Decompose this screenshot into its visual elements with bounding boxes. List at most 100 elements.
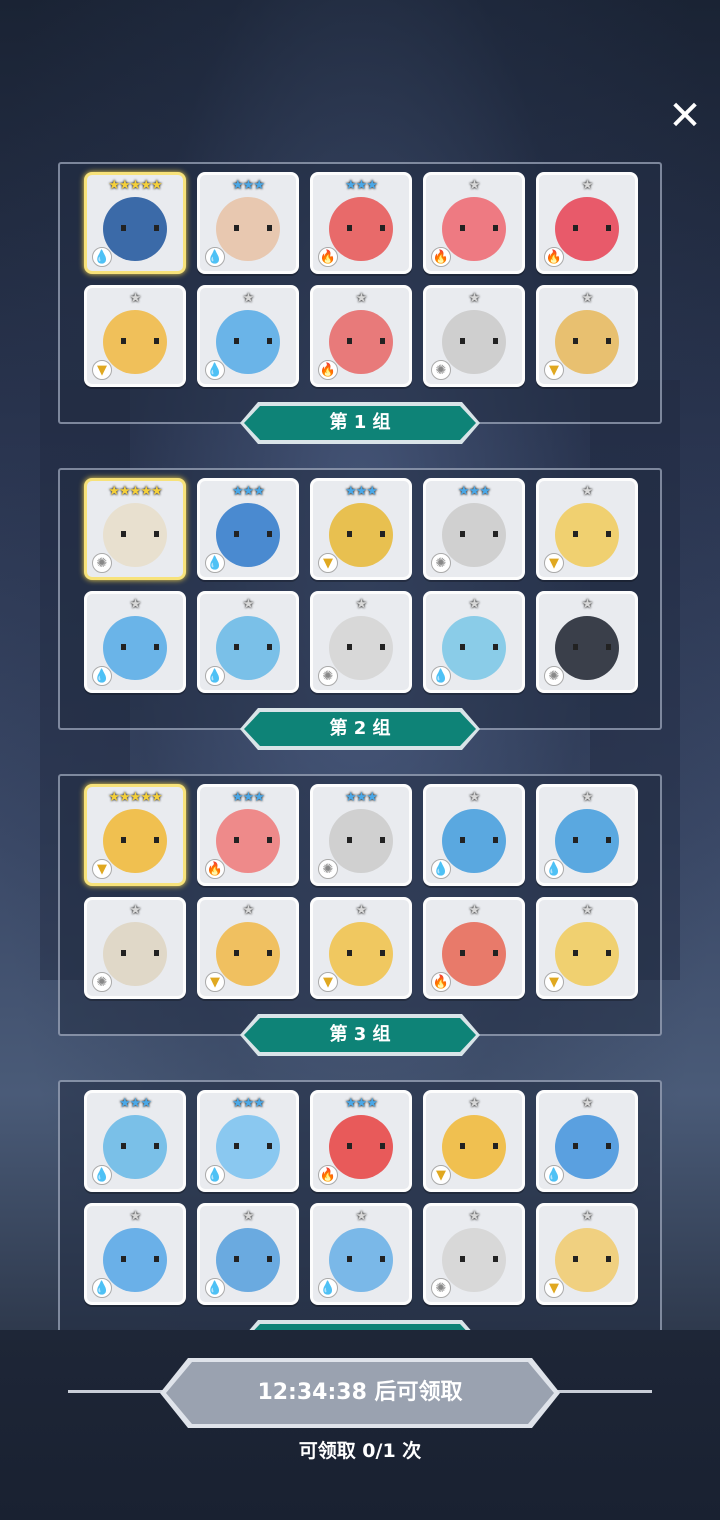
hero-portrait	[216, 1114, 280, 1179]
hero-card[interactable]: ★ 💧	[536, 784, 638, 886]
hero-portrait	[329, 615, 393, 680]
star-rating: ★★★	[345, 484, 378, 499]
wind-element-icon: ▼	[544, 360, 564, 380]
star-rating: ★	[581, 178, 594, 193]
hero-card[interactable]: ★ 💧	[84, 591, 186, 693]
hero-card[interactable]: ★ ✺	[536, 591, 638, 693]
group-panel-1: ★★★★★ 💧 ★★★ 💧 ★★★ 🔥 ★ 🔥 ★ 🔥 ★ ▼ ★ 💧 ★ 🔥 ★ ✺ ★ ▼	[58, 162, 662, 424]
water-element-icon: 💧	[205, 666, 225, 686]
hero-portrait	[329, 1114, 393, 1179]
hero-card[interactable]: ★★★ 💧	[197, 172, 299, 274]
star-rating: ★	[468, 903, 481, 918]
hero-portrait	[103, 808, 167, 873]
hero-card[interactable]: ★ 💧	[423, 591, 525, 693]
water-element-icon: 💧	[544, 859, 564, 879]
star-rating: ★	[129, 1209, 142, 1224]
fire-element-icon: 🔥	[318, 247, 338, 267]
wind-element-icon: ▼	[92, 360, 112, 380]
hero-card[interactable]: ★ ▼	[536, 897, 638, 999]
group-title: 第 3 组	[244, 1018, 476, 1052]
hero-card[interactable]: ★★★★★ 💧	[84, 172, 186, 274]
hero-portrait	[216, 309, 280, 374]
hero-portrait	[555, 921, 619, 986]
hero-portrait	[329, 921, 393, 986]
star-rating: ★★★★★	[108, 790, 162, 805]
star-rating: ★	[242, 291, 255, 306]
group-title: 第 2 组	[244, 712, 476, 746]
group-list[interactable]: ★★★★★ 💧 ★★★ 💧 ★★★ 🔥 ★ 🔥 ★ 🔥 ★ ▼ ★ 💧 ★ 🔥 ★ ✺ ★ ▼ 第 1 组 ★★★★★ ✺ ★…	[0, 150, 720, 1330]
hero-portrait	[329, 196, 393, 261]
hero-card[interactable]: ★★★ 🔥	[310, 172, 412, 274]
fire-element-icon: 🔥	[431, 247, 451, 267]
hero-card[interactable]: ★★★ ✺	[310, 784, 412, 886]
hero-card[interactable]: ★ ▼	[423, 1090, 525, 1192]
hero-card[interactable]: ★ ✺	[310, 591, 412, 693]
group-panel-4: ★★★ 💧 ★★★ 💧 ★★★ 🔥 ★ ▼ ★ 💧 ★ 💧 ★ 💧 ★ 💧 ★ ✺ ★ ▼	[58, 1080, 662, 1330]
fire-element-icon: 🔥	[544, 247, 564, 267]
wind-element-icon: ▼	[318, 553, 338, 573]
hero-card[interactable]: ★ 🔥	[536, 172, 638, 274]
close-button[interactable]: ✕	[664, 96, 706, 138]
hero-card[interactable]: ★ ▼	[536, 478, 638, 580]
light-element-icon: ✺	[431, 553, 451, 573]
light-element-icon: ✺	[318, 859, 338, 879]
hero-card[interactable]: ★ ▼	[536, 1203, 638, 1305]
star-rating: ★	[581, 1209, 594, 1224]
hero-card[interactable]: ★★★ 🔥	[197, 784, 299, 886]
water-element-icon: 💧	[318, 1278, 338, 1298]
hero-portrait	[216, 921, 280, 986]
hero-card[interactable]: ★ 🔥	[310, 285, 412, 387]
hero-card[interactable]: ★ 💧	[197, 285, 299, 387]
wind-element-icon: ▼	[205, 972, 225, 992]
hero-card[interactable]: ★ 💧	[536, 1090, 638, 1192]
hero-card[interactable]: ★ ▼	[84, 285, 186, 387]
hero-card[interactable]: ★★★ ✺	[423, 478, 525, 580]
light-element-icon: ✺	[92, 553, 112, 573]
water-element-icon: 💧	[92, 1165, 112, 1185]
hero-card[interactable]: ★ 💧	[197, 1203, 299, 1305]
hero-card[interactable]: ★★★★★ ▼	[84, 784, 186, 886]
light-element-icon: ✺	[431, 360, 451, 380]
wind-element-icon: ▼	[544, 1278, 564, 1298]
hero-card-grid: ★★★★★ ▼ ★★★ 🔥 ★★★ ✺ ★ 💧 ★ 💧 ★ ✺ ★ ▼ ★ ▼ ★ 🔥 ★ ▼	[84, 784, 640, 999]
hero-portrait	[103, 1227, 167, 1292]
star-rating: ★★★	[458, 484, 491, 499]
hero-card[interactable]: ★★★ 💧	[197, 1090, 299, 1192]
group-title: 第 1 组	[244, 406, 476, 440]
hero-card[interactable]: ★ ▼	[310, 897, 412, 999]
star-rating: ★	[468, 178, 481, 193]
hero-card[interactable]: ★★★ ▼	[310, 478, 412, 580]
wind-element-icon: ▼	[544, 553, 564, 573]
wind-element-icon: ▼	[544, 972, 564, 992]
star-rating: ★	[468, 790, 481, 805]
hero-card[interactable]: ★ ✺	[423, 285, 525, 387]
claim-count-text: 可领取 0/1 次	[298, 1440, 422, 1462]
hero-card[interactable]: ★ ✺	[84, 897, 186, 999]
hero-card[interactable]: ★ 💧	[197, 591, 299, 693]
hero-card[interactable]: ★★★★★ ✺	[84, 478, 186, 580]
star-rating: ★	[242, 1209, 255, 1224]
hero-card[interactable]: ★★★ 🔥	[310, 1090, 412, 1192]
hero-card[interactable]: ★ 🔥	[423, 172, 525, 274]
star-rating: ★★★★★	[108, 178, 162, 193]
fire-element-icon: 🔥	[431, 972, 451, 992]
hero-portrait	[103, 502, 167, 567]
hero-portrait	[216, 1227, 280, 1292]
hero-card[interactable]: ★★★ 💧	[197, 478, 299, 580]
hero-card[interactable]: ★ 🔥	[423, 897, 525, 999]
hero-card[interactable]: ★ ✺	[423, 1203, 525, 1305]
star-rating: ★★★	[119, 1096, 152, 1111]
hero-card[interactable]: ★ ▼	[536, 285, 638, 387]
hero-portrait	[103, 615, 167, 680]
star-rating: ★	[581, 291, 594, 306]
claim-timer-button[interactable]: 12:34:38 后可领取	[166, 1362, 554, 1424]
star-rating: ★★★	[232, 178, 265, 193]
star-rating: ★	[468, 597, 481, 612]
hero-card[interactable]: ★ 💧	[310, 1203, 412, 1305]
hero-card[interactable]: ★ 💧	[423, 784, 525, 886]
hero-card[interactable]: ★ 💧	[84, 1203, 186, 1305]
hero-card[interactable]: ★★★ 💧	[84, 1090, 186, 1192]
hero-portrait	[555, 1227, 619, 1292]
group-panel-2: ★★★★★ ✺ ★★★ 💧 ★★★ ▼ ★★★ ✺ ★ ▼ ★ 💧 ★ 💧 ★ ✺ ★ 💧 ★ ✺	[58, 468, 662, 730]
hero-card[interactable]: ★ ▼	[197, 897, 299, 999]
